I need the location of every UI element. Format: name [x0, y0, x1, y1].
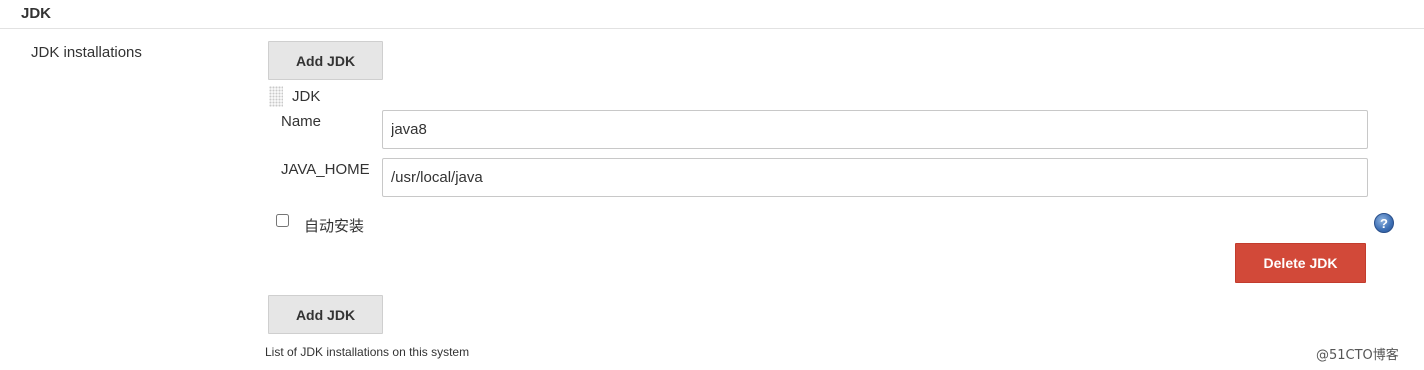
jdk-config-page: JDK JDK installations Add JDK JDK Name J…: [0, 0, 1424, 370]
name-input[interactable]: [382, 110, 1368, 149]
jdk-installations-label: JDK installations: [31, 44, 142, 61]
drag-handle-icon[interactable]: [269, 86, 283, 107]
section-title: JDK: [21, 5, 52, 22]
section-divider: [0, 28, 1424, 29]
watermark: @51CTO博客: [1316, 348, 1399, 363]
jdk-entry-title: JDK: [292, 88, 321, 105]
auto-install-label: 自动安装: [304, 217, 365, 235]
add-jdk-button-bottom[interactable]: Add JDK: [268, 295, 383, 334]
add-jdk-button-top[interactable]: Add JDK: [268, 41, 383, 80]
auto-install-checkbox[interactable]: [276, 214, 289, 227]
name-label: Name: [281, 113, 322, 130]
java-home-input[interactable]: [382, 158, 1368, 197]
delete-jdk-button[interactable]: Delete JDK: [1235, 243, 1366, 283]
java-home-label: JAVA_HOME: [281, 161, 370, 178]
jdk-installations-description: List of JDK installations on this system: [265, 345, 470, 359]
help-icon[interactable]: ?: [1374, 213, 1394, 233]
